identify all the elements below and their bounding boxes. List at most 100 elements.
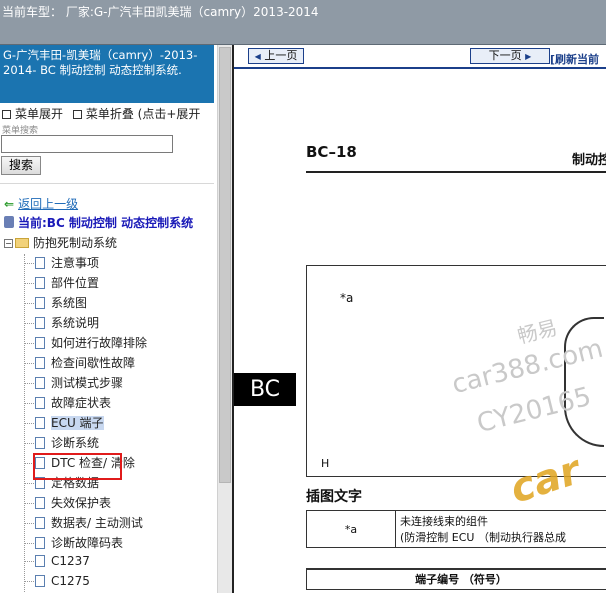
document-icon (35, 317, 45, 329)
document-icon (35, 517, 45, 529)
document-icon (35, 437, 45, 449)
legend-text: 未连接线束的组件 (防滑控制 ECU （制动执行器总成 (395, 510, 606, 548)
search-input[interactable] (1, 135, 173, 153)
menu-toggle-row: 菜单展开 菜单折叠 (点击+展开 (2, 105, 200, 122)
tree-root-label: 防抱死制动系统 (33, 236, 118, 250)
tree-connector (24, 483, 34, 484)
tree-item-label: 部件位置 (51, 276, 100, 290)
legend-table: *a 未连接线束的组件 (防滑控制 ECU （制动执行器总成 (306, 510, 606, 548)
tree-item[interactable]: 失效保护表 (24, 494, 111, 514)
title-rule (306, 171, 606, 173)
tree-connector (24, 263, 34, 264)
terminal-table-header: 端子编号 （符号） (306, 568, 606, 590)
tree-item-label: 系统图 (51, 296, 88, 310)
document-icon (35, 497, 45, 509)
figure-label-a: *a (340, 291, 354, 305)
tree-item[interactable]: 诊断故障码表 (24, 534, 123, 554)
top-bar: 当前车型： 厂家:G-广汽丰田凯美瑞（camry）2013-2014 (0, 0, 606, 44)
tree-connector (24, 523, 34, 524)
tree-connector (24, 403, 34, 404)
prev-arrow-icon: ◀ (254, 52, 261, 61)
document-icon (35, 277, 45, 289)
tree-item-label: 检查间歇性故障 (51, 356, 136, 370)
sidebar-separator (0, 183, 214, 184)
back-link[interactable]: ⇐ 返回上一级 (4, 195, 78, 212)
tree-item-label: 诊断故障码表 (51, 536, 124, 550)
sidebar-scrollbar[interactable] (217, 45, 232, 593)
search-button[interactable]: 搜索 (1, 156, 41, 175)
legend-title: 插图文字 (306, 489, 362, 505)
tree-connector (24, 443, 34, 444)
tree-connector (24, 363, 34, 364)
tree-connector (24, 561, 34, 562)
current-location: 当前:BC 制动控制 动态控制系统 (4, 214, 193, 231)
page-code: BC–18 (306, 143, 357, 161)
tree-connector (24, 503, 34, 504)
tree-connector (24, 303, 34, 304)
collapse-toggle-icon[interactable]: − (4, 239, 13, 248)
tree-item[interactable]: 测试模式步骤 (24, 374, 123, 394)
refresh-link[interactable]: [刷新当前 (550, 51, 599, 67)
document-icon (35, 337, 45, 349)
tree-item[interactable]: 系统说明 (24, 314, 99, 334)
tree-root[interactable]: − 防抱死制动系统 (4, 234, 117, 251)
document-icon (35, 575, 45, 587)
tree-connector (24, 383, 34, 384)
document-icon (35, 397, 45, 409)
next-page-label: 下一页 (488, 49, 522, 62)
sidebar: G-广汽丰田-凯美瑞（camry）-2013-2014- BC 制动控制 动态控… (0, 45, 233, 593)
tree-item[interactable]: 数据表/ 主动测试 (24, 514, 143, 534)
back-link-label: 返回上一级 (18, 197, 79, 211)
tree-item[interactable]: 注意事项 (24, 254, 99, 274)
section-title: 制动控 (572, 153, 606, 168)
section-tab: BC (234, 373, 296, 406)
document-icon (35, 297, 45, 309)
document-icon (35, 537, 45, 549)
tree-connector (24, 581, 34, 582)
document-icon (35, 357, 45, 369)
sidebar-scrollbar-thumb[interactable] (219, 47, 231, 483)
content-panel: ◀ 上一页 下一页 ▶ [刷新当前 BC–18 制动控 *a H BC 畅易 c… (234, 45, 606, 593)
document-icon (35, 555, 45, 567)
next-page-button[interactable]: 下一页 ▶ (470, 48, 550, 64)
folder-icon (15, 238, 29, 248)
back-arrow-icon: ⇐ (4, 197, 15, 211)
next-arrow-icon: ▶ (525, 52, 532, 61)
tree-connector (24, 323, 34, 324)
document-icon (35, 417, 45, 429)
tree-item[interactable]: C1237 (24, 554, 90, 574)
collapse-icon[interactable] (72, 110, 82, 119)
tree-item-label: 诊断系统 (51, 436, 100, 450)
tree-item-label: 如何进行故障排除 (51, 336, 148, 350)
tree-item[interactable]: 诊断系统 (24, 434, 99, 454)
sidebar-heading: G-广汽丰田-凯美瑞（camry）-2013-2014- BC 制动控制 动态控… (0, 45, 214, 103)
tree-item[interactable]: 故障症状表 (24, 394, 111, 414)
book-icon (4, 216, 14, 228)
tree-item[interactable]: 系统图 (24, 294, 87, 314)
prev-page-label: 上一页 (264, 49, 298, 62)
tree-item-label: 数据表/ 主动测试 (51, 516, 143, 530)
vehicle-title: 当前车型： 厂家:G-广汽丰田凯美瑞（camry）2013-2014 (2, 5, 319, 19)
tree-item[interactable]: 部件位置 (24, 274, 99, 294)
tree-item-label: C1275 (51, 574, 90, 588)
document-icon (35, 257, 45, 269)
expand-icon[interactable] (2, 110, 11, 119)
menu-collapse-link[interactable]: 菜单折叠 (点击+展开 (86, 107, 201, 121)
tree-connector (24, 423, 34, 424)
tree-item[interactable]: 检查间歇性故障 (24, 354, 135, 374)
prev-page-button[interactable]: ◀ 上一页 (248, 48, 304, 64)
tree-item[interactable]: 如何进行故障排除 (24, 334, 147, 354)
tree-item-label: 失效保护表 (51, 496, 112, 510)
tree-connector (24, 543, 34, 544)
tree-item[interactable]: C1275 (24, 574, 90, 593)
figure-label-h: H (321, 457, 330, 470)
tree-item[interactable]: ECU 端子 (24, 414, 104, 434)
menu-expand-link[interactable]: 菜单展开 (15, 107, 63, 121)
tree-item-label: 测试模式步骤 (51, 376, 124, 390)
current-location-label: 当前:BC 制动控制 动态控制系统 (18, 216, 194, 230)
document-icon (35, 377, 45, 389)
legend-key: *a (306, 510, 396, 548)
tree-connector (24, 283, 34, 284)
tree-item-label: 故障症状表 (51, 396, 112, 410)
table-row: *a 未连接线束的组件 (防滑控制 ECU （制动执行器总成 (306, 510, 606, 548)
